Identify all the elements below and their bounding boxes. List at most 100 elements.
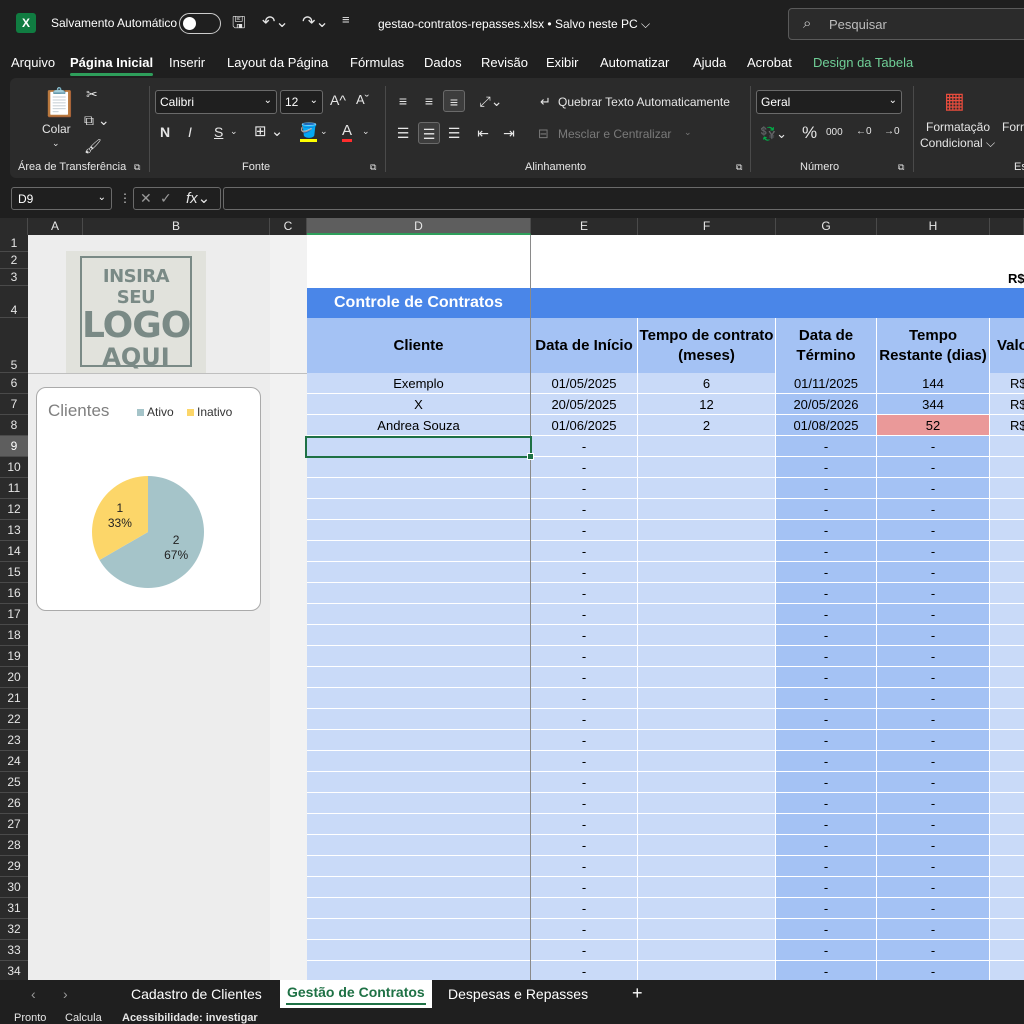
row-header-11[interactable]: 11 xyxy=(0,478,28,499)
cancel-icon[interactable]: ✕ xyxy=(140,190,152,207)
table-header-cell[interactable]: Data de Término xyxy=(776,318,877,373)
table-cell[interactable]: - xyxy=(776,856,877,877)
row-header-21[interactable]: 21 xyxy=(0,688,28,709)
table-cell[interactable] xyxy=(307,898,531,919)
table-cell[interactable]: - xyxy=(531,730,638,751)
table-cell[interactable]: - xyxy=(531,541,638,562)
table-cell[interactable] xyxy=(638,940,776,961)
table-cell[interactable]: - xyxy=(877,583,990,604)
row-header-8[interactable]: 8 xyxy=(0,415,28,436)
clipboard-launcher-icon[interactable]: ⧉ xyxy=(134,162,140,173)
table-cell[interactable]: - xyxy=(531,793,638,814)
name-box[interactable]: D9 ⌄ xyxy=(11,187,112,210)
table-cell[interactable]: 12 xyxy=(638,394,776,415)
table-cell[interactable] xyxy=(990,772,1024,793)
table-cell[interactable]: - xyxy=(531,688,638,709)
table-cell[interactable]: - xyxy=(531,856,638,877)
search-box[interactable]: ⌕ Pesquisar xyxy=(788,8,1024,40)
table-cell[interactable]: R$ xyxy=(990,415,1024,436)
selected-cell[interactable] xyxy=(305,436,534,460)
table-cell[interactable]: 01/08/2025 xyxy=(776,415,877,436)
table-cell[interactable]: - xyxy=(776,688,877,709)
table-cell[interactable]: - xyxy=(776,730,877,751)
number-launcher-icon[interactable]: ⧉ xyxy=(898,162,904,173)
table-cell[interactable] xyxy=(638,625,776,646)
table-cell[interactable]: - xyxy=(531,709,638,730)
wrap-text-button[interactable]: Quebrar Texto Automaticamente xyxy=(558,95,730,109)
paste-label[interactable]: Colar xyxy=(42,122,71,136)
row-header-29[interactable]: 29 xyxy=(0,856,28,877)
table-cell[interactable] xyxy=(307,478,531,499)
borders-icon[interactable]: ⊞ ⌄ xyxy=(254,122,283,140)
sheet-tab-despesas[interactable]: Despesas e Repasses xyxy=(448,986,588,1002)
tab-arquivo[interactable]: Arquivo xyxy=(11,55,55,70)
table-cell[interactable]: - xyxy=(776,520,877,541)
table-cell[interactable]: - xyxy=(877,646,990,667)
row-header-23[interactable]: 23 xyxy=(0,730,28,751)
table-cell[interactable]: 20/05/2026 xyxy=(776,394,877,415)
pie-chart[interactable]: Clientes Ativo Inativo 2 67% 1 33% xyxy=(36,387,261,611)
table-cell[interactable]: R$ xyxy=(990,394,1024,415)
table-cell[interactable] xyxy=(990,667,1024,688)
copy-icon[interactable]: ⧉ ⌄ xyxy=(84,112,110,129)
table-header-cell[interactable]: Tempo de contrato (meses) xyxy=(638,318,776,373)
row-header-14[interactable]: 14 xyxy=(0,541,28,562)
table-cell[interactable] xyxy=(638,730,776,751)
row-header-13[interactable]: 13 xyxy=(0,520,28,541)
font-size-select[interactable]: 12 ⌄ xyxy=(280,90,323,114)
font-color-icon[interactable]: A xyxy=(342,122,353,142)
table-cell[interactable]: - xyxy=(877,667,990,688)
table-cell[interactable]: 2 xyxy=(638,415,776,436)
table-cell[interactable]: - xyxy=(531,772,638,793)
table-cell[interactable]: - xyxy=(531,835,638,856)
column-header-b[interactable]: B xyxy=(83,218,270,235)
percent-icon[interactable]: % xyxy=(802,123,817,143)
row-header-34[interactable]: 34 xyxy=(0,961,28,980)
row-header-16[interactable]: 16 xyxy=(0,583,28,604)
column-header-g[interactable]: G xyxy=(776,218,877,235)
decrease-font-icon[interactable]: Aˇ xyxy=(356,92,369,107)
bold-button[interactable]: N xyxy=(160,124,170,140)
table-cell[interactable]: - xyxy=(776,793,877,814)
table-cell[interactable] xyxy=(638,709,776,730)
table-cell[interactable] xyxy=(307,667,531,688)
table-cell[interactable] xyxy=(307,457,531,478)
table-cell[interactable] xyxy=(638,520,776,541)
conditional-format-label-1[interactable]: Formatação xyxy=(926,120,990,134)
table-cell[interactable]: - xyxy=(531,751,638,772)
table-cell[interactable]: - xyxy=(877,940,990,961)
fill-color-icon[interactable]: 🪣 xyxy=(300,122,318,142)
table-cell[interactable]: - xyxy=(877,478,990,499)
row-header-9[interactable]: 9 xyxy=(0,436,28,457)
table-cell[interactable]: - xyxy=(531,646,638,667)
table-cell[interactable] xyxy=(990,646,1024,667)
column-header-i[interactable] xyxy=(990,218,1024,235)
table-cell[interactable] xyxy=(990,436,1024,457)
undo-icon[interactable]: ↶⌄ xyxy=(262,12,289,32)
tab-design-da-tabela[interactable]: Design da Tabela xyxy=(813,55,913,70)
tab-formulas[interactable]: Fórmulas xyxy=(350,55,404,70)
table-cell[interactable] xyxy=(990,751,1024,772)
table-cell[interactable] xyxy=(307,793,531,814)
table-cell[interactable]: - xyxy=(877,499,990,520)
insert-function-icon[interactable]: fx⌄ xyxy=(186,189,210,207)
align-right-icon[interactable]: ☰ xyxy=(443,122,465,144)
table-cell[interactable]: - xyxy=(877,898,990,919)
paste-icon[interactable]: 📋 xyxy=(42,86,77,119)
table-cell[interactable]: - xyxy=(877,877,990,898)
format-painter-icon[interactable]: 🖌 xyxy=(84,138,102,155)
table-cell[interactable] xyxy=(638,583,776,604)
table-cell[interactable] xyxy=(307,814,531,835)
table-cell[interactable] xyxy=(307,919,531,940)
row-header-30[interactable]: 30 xyxy=(0,877,28,898)
next-sheet-icon[interactable]: › xyxy=(63,986,68,1002)
table-cell[interactable]: - xyxy=(531,814,638,835)
table-cell[interactable]: - xyxy=(877,772,990,793)
sheet-tab-gestao[interactable]: Gestão de Contratos xyxy=(280,980,432,1008)
row-header-20[interactable]: 20 xyxy=(0,667,28,688)
column-header-d[interactable]: D xyxy=(307,218,531,235)
table-cell[interactable] xyxy=(638,835,776,856)
row-header-25[interactable]: 25 xyxy=(0,772,28,793)
table-cell[interactable] xyxy=(638,814,776,835)
prev-sheet-icon[interactable]: ‹ xyxy=(31,986,36,1002)
